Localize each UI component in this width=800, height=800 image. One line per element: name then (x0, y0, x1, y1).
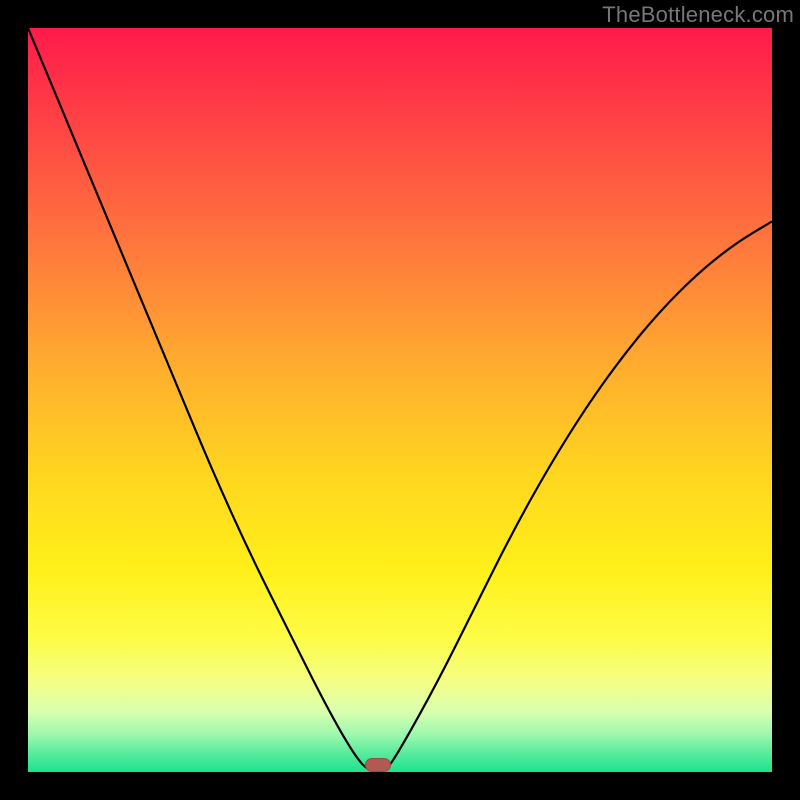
chart-curve (28, 28, 772, 772)
optimal-point-marker (365, 758, 391, 772)
chart-plot-area (28, 28, 772, 772)
bottleneck-curve-path (28, 28, 772, 772)
watermark-text: TheBottleneck.com (602, 2, 794, 28)
